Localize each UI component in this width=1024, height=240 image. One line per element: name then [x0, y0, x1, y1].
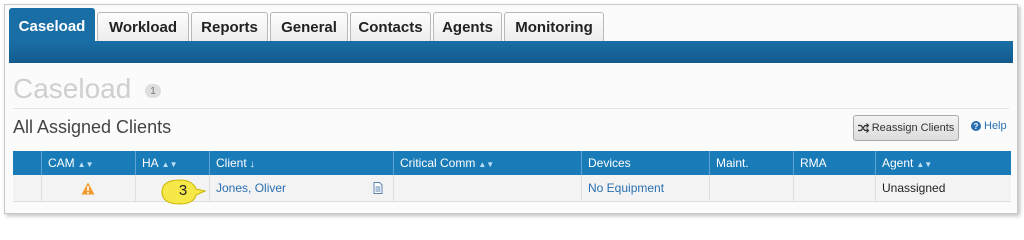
- sort-icon: ▲▼: [77, 160, 94, 169]
- column-header-critical-comm[interactable]: Critical Comm ▲▼: [393, 151, 581, 175]
- warning-icon: [81, 182, 95, 195]
- column-label: HA: [142, 156, 159, 170]
- tab-general[interactable]: General: [270, 12, 348, 42]
- column-label: Maint.: [716, 156, 749, 170]
- callout-label: 3: [178, 182, 188, 199]
- cell-agent: Unassigned: [875, 175, 1011, 201]
- tab-contacts[interactable]: Contacts: [350, 12, 431, 42]
- shuffle-icon: [857, 123, 869, 133]
- step-callout-badge: 3: [160, 179, 206, 205]
- tab-caseload[interactable]: Caseload: [9, 8, 95, 43]
- main-tab-bar: Caseload Workload Reports General Contac…: [9, 8, 1013, 43]
- column-label: Devices: [588, 156, 631, 170]
- divider: [13, 108, 1009, 109]
- column-header-rma[interactable]: RMA: [793, 151, 875, 175]
- column-label: CAM: [48, 156, 75, 170]
- devices-link[interactable]: No Equipment: [588, 181, 664, 195]
- row-spacer: [13, 175, 41, 201]
- column-header-cam[interactable]: CAM ▲▼: [41, 151, 135, 175]
- tab-monitoring[interactable]: Monitoring: [504, 12, 604, 42]
- page-title: Caseload: [13, 73, 132, 104]
- sort-icon: ▲▼: [161, 160, 178, 169]
- section-title: All Assigned Clients: [13, 117, 172, 137]
- column-label: RMA: [800, 156, 827, 170]
- client-name-link[interactable]: Jones, Oliver: [216, 181, 286, 195]
- reassign-clients-label: Reassign Clients: [871, 122, 955, 134]
- cell-cam: [41, 175, 135, 201]
- tab-label: Monitoring: [515, 19, 593, 36]
- app-window: Caseload Workload Reports General Contac…: [4, 4, 1018, 214]
- tab-reports[interactable]: Reports: [191, 12, 268, 42]
- tab-label: Reports: [201, 19, 258, 36]
- tab-content-bar: [9, 41, 1013, 63]
- tab-agents[interactable]: Agents: [433, 12, 502, 42]
- document-icon[interactable]: [373, 182, 383, 194]
- help-link[interactable]: ? Help: [971, 120, 1007, 132]
- table-header: CAM ▲▼ HA ▲▼ Client ↓ Critical Comm ▲▼ Devic…: [13, 151, 1011, 175]
- reassign-clients-button[interactable]: Reassign Clients: [853, 115, 959, 141]
- tab-workload[interactable]: Workload: [97, 12, 189, 42]
- help-icon: ?: [971, 121, 981, 131]
- tab-label: Contacts: [358, 19, 423, 36]
- column-header-maint[interactable]: Maint.: [709, 151, 793, 175]
- tab-label: Agents: [442, 19, 493, 36]
- column-header-client[interactable]: Client ↓: [209, 151, 393, 175]
- tab-label: Workload: [108, 19, 178, 36]
- sort-ascending-icon: ↓: [249, 159, 255, 170]
- cell-rma: [793, 175, 875, 201]
- column-label: Client: [216, 156, 247, 170]
- column-header-devices[interactable]: Devices: [581, 151, 709, 175]
- header-spacer: [13, 151, 41, 175]
- column-header-agent[interactable]: Agent ▲▼: [875, 151, 1011, 175]
- count-badge: 1: [145, 84, 161, 98]
- help-label: Help: [984, 120, 1007, 132]
- cell-client: Jones, Oliver: [209, 175, 393, 201]
- column-label: Agent: [882, 156, 914, 170]
- cell-critical-comm: [393, 175, 581, 201]
- tab-label: Caseload: [18, 17, 86, 35]
- column-label: Critical Comm: [400, 156, 476, 170]
- cell-devices: No Equipment: [581, 175, 709, 201]
- column-header-ha[interactable]: HA ▲▼: [135, 151, 209, 175]
- cell-maint: [709, 175, 793, 201]
- sort-icon: ▲▼: [478, 160, 495, 169]
- sort-icon: ▲▼: [916, 160, 933, 169]
- tab-label: General: [281, 19, 337, 36]
